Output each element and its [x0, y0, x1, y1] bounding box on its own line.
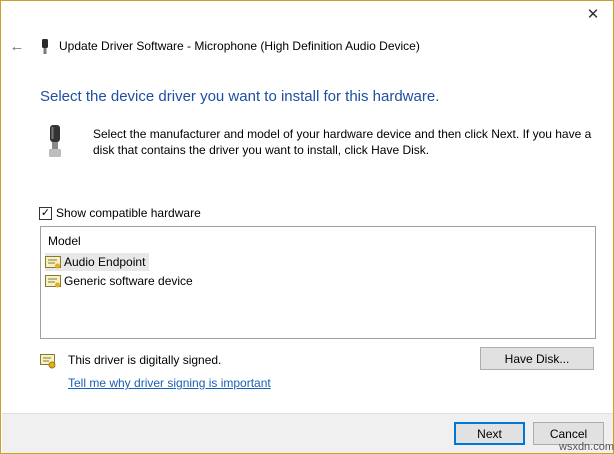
show-compatible-checkbox[interactable]: ✓: [39, 206, 52, 220]
update-driver-window: ✕ ← Update Driver Software - Microphone …: [0, 0, 614, 454]
microphone-icon: [42, 39, 48, 54]
close-button[interactable]: ✕: [576, 3, 610, 25]
driver-signing-link[interactable]: Tell me why driver signing is important: [68, 376, 271, 390]
show-compatible-row[interactable]: ✓ Show compatible hardware: [39, 206, 201, 220]
driver-certificate-icon: [45, 255, 61, 268]
checkmark-icon: ✓: [40, 206, 51, 219]
driver-certificate-icon: [45, 274, 61, 287]
list-column-header: Model: [48, 234, 81, 248]
list-item-label: Generic software device: [64, 274, 193, 288]
instruction-text: Select the manufacturer and model of you…: [93, 127, 592, 157]
show-compatible-label[interactable]: Show compatible hardware: [56, 206, 201, 220]
signed-certificate-icon: [40, 354, 56, 369]
list-item-audio-endpoint[interactable]: Audio Endpoint: [45, 253, 150, 271]
have-disk-button[interactable]: Have Disk...: [480, 347, 594, 370]
page-heading: Select the device driver you want to ins…: [40, 88, 440, 105]
back-arrow-icon: ←: [9, 37, 25, 55]
list-item-generic-software-device[interactable]: Generic software device: [45, 272, 197, 290]
model-list[interactable]: Model Audio Endpoint Generic software de…: [40, 226, 596, 339]
watermark-text: wsxdn.com: [559, 441, 614, 453]
back-button[interactable]: ←: [7, 36, 27, 56]
list-item-label: Audio Endpoint: [64, 255, 146, 269]
close-icon: ✕: [586, 6, 600, 23]
next-button[interactable]: Next: [454, 422, 525, 445]
wizard-header: ← Update Driver Software - Microphone (H…: [1, 33, 613, 61]
window-title: Update Driver Software - Microphone (Hig…: [59, 39, 420, 53]
microphone-icon: [49, 125, 61, 157]
signed-status-text: This driver is digitally signed.: [68, 353, 222, 367]
